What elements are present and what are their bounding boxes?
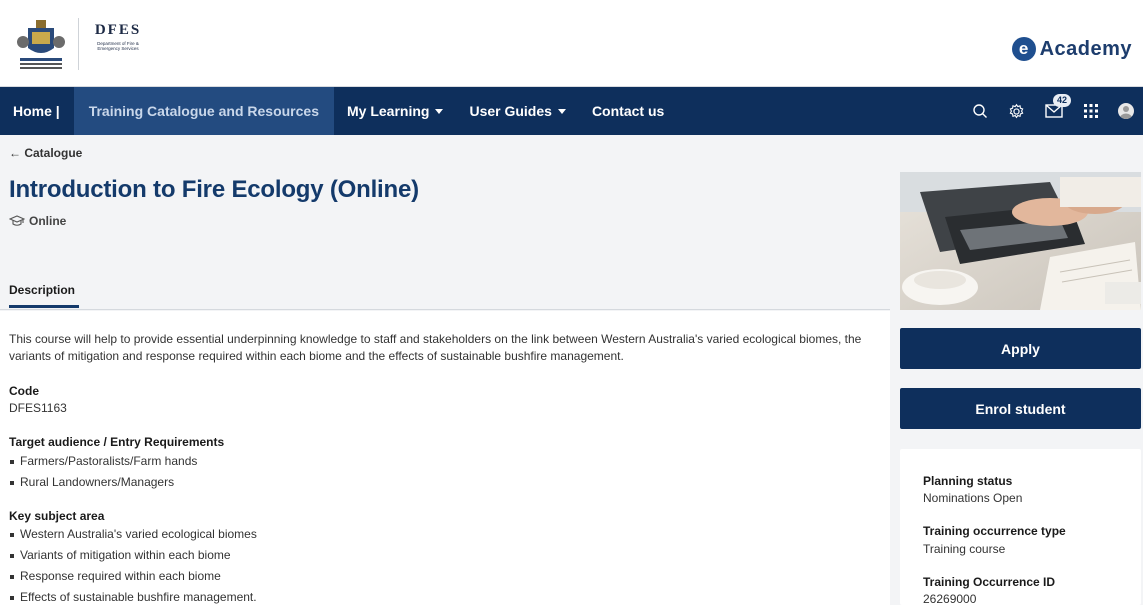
list-item: Effects of sustainable bushfire manageme… xyxy=(9,587,257,605)
page-title: Introduction to Fire Ecology (Online) xyxy=(9,176,419,203)
e-academy-logo[interactable]: e Academy xyxy=(1011,34,1132,64)
list-item: Western Australia's varied ecological bi… xyxy=(9,524,257,545)
tab-bar: Description xyxy=(0,283,890,310)
nav-home[interactable]: Home | xyxy=(0,87,74,135)
wa-government-crest-logo[interactable] xyxy=(14,14,68,74)
nav-contact-us-label: Contact us xyxy=(591,103,665,119)
apps-grid-icon[interactable] xyxy=(1072,87,1109,135)
caret-down-icon xyxy=(435,109,444,114)
back-to-catalogue-link[interactable]: ← Catalogue xyxy=(9,146,82,160)
list-item: Farmers/Pastoralists/Farm hands xyxy=(9,451,197,472)
mail-count-badge: 42 xyxy=(1053,94,1072,107)
nav-icon-group: 42 xyxy=(961,87,1143,135)
header-divider xyxy=(78,18,79,70)
code-value: DFES1163 xyxy=(9,401,67,415)
nav-home-label: Home | xyxy=(13,103,60,119)
dfes-logo[interactable]: DFES Department of Fire & Emergency Serv… xyxy=(86,22,150,66)
list-item: Response required within each biome xyxy=(9,566,257,587)
planning-status-value: Nominations Open xyxy=(923,491,1023,505)
e-academy-text: Academy xyxy=(1039,37,1132,60)
nav-my-learning-label: My Learning xyxy=(346,103,430,119)
audience-label: Target audience / Entry Requirements xyxy=(9,435,225,449)
nav-training-catalogue-label: Training Catalogue and Resources xyxy=(88,103,319,119)
occurrence-id-label: Training Occurrence ID xyxy=(923,575,1056,589)
occurrence-id-value: 26269000 xyxy=(923,592,977,605)
description-panel: This course will help to provide essenti… xyxy=(0,311,890,605)
site-header: DFES Department of Fire & Emergency Serv… xyxy=(0,0,1143,87)
course-description: This course will help to provide essenti… xyxy=(9,332,862,363)
subject-list: Western Australia's varied ecological bi… xyxy=(9,524,257,605)
code-label: Code xyxy=(9,384,39,398)
tab-description[interactable]: Description xyxy=(9,283,79,308)
occurrence-type-label: Training occurrence type xyxy=(923,524,1066,538)
nav-training-catalogue[interactable]: Training Catalogue and Resources xyxy=(73,87,334,135)
graduation-cap-icon xyxy=(9,215,25,226)
list-item: Rural Landowners/Managers xyxy=(9,472,197,493)
nav-contact-us[interactable]: Contact us xyxy=(579,87,677,135)
occurrence-type-value: Training course xyxy=(923,542,1006,556)
search-icon[interactable] xyxy=(961,87,998,135)
nav-user-guides[interactable]: User Guides xyxy=(456,87,578,135)
mail-icon[interactable]: 42 xyxy=(1035,87,1072,135)
e-academy-badge: e xyxy=(1011,37,1036,61)
nav-my-learning[interactable]: My Learning xyxy=(334,87,456,135)
delivery-mode-label: Online xyxy=(29,214,67,228)
apply-button[interactable]: Apply xyxy=(900,328,1141,369)
enrol-student-button[interactable]: Enrol student xyxy=(900,388,1141,429)
nav-user-guides-label: User Guides xyxy=(469,103,552,119)
audience-list: Farmers/Pastoralists/Farm hands Rural La… xyxy=(9,451,197,493)
caret-down-icon xyxy=(557,109,566,114)
dfes-logo-subtext: Department of Fire & Emergency Services xyxy=(97,41,139,51)
course-image xyxy=(900,172,1141,310)
delivery-mode: Online xyxy=(9,214,66,228)
list-item: Variants of mitigation within each biome xyxy=(9,545,257,566)
subject-label: Key subject area xyxy=(9,509,105,523)
gear-icon[interactable] xyxy=(998,87,1035,135)
planning-status-label: Planning status xyxy=(923,474,1013,488)
dfes-logo-text: DFES xyxy=(94,22,142,38)
course-info-card: Planning status Nominations Open Trainin… xyxy=(900,449,1141,605)
user-avatar-icon[interactable] xyxy=(1109,87,1143,135)
main-nav: Home | Training Catalogue and Resources … xyxy=(0,87,1143,135)
avatar xyxy=(1118,103,1134,119)
